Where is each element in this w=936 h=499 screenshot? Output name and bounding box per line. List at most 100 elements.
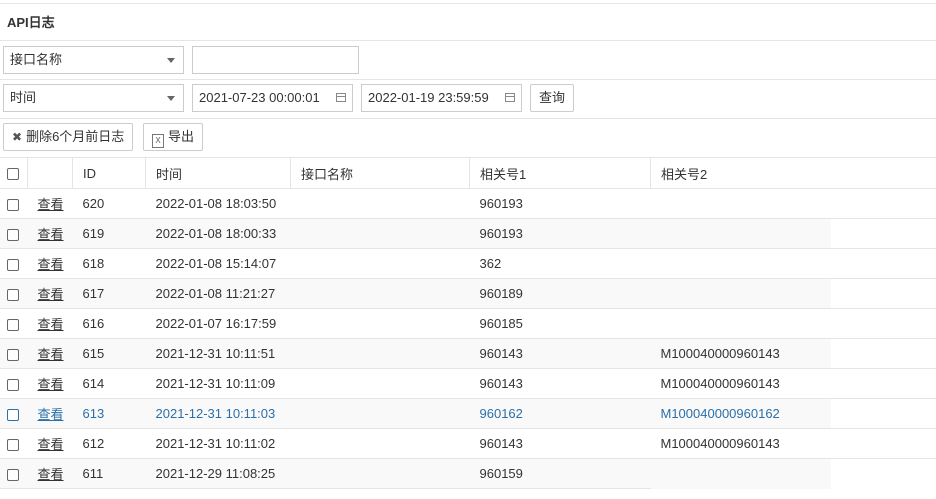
table-header-row: ID 时间 接口名称 相关号1 相关号2 — [0, 157, 936, 189]
cell-ref1: 362 — [469, 248, 651, 279]
row-checkbox[interactable] — [7, 378, 19, 391]
cell-interface-name — [290, 428, 470, 459]
row-checkbox[interactable] — [7, 288, 19, 301]
view-link-text[interactable]: 查看 — [38, 227, 64, 242]
cell-interface-name — [290, 248, 470, 279]
table-row[interactable]: 查看 617 2022-01-08 11:21:27 960189 — [0, 278, 936, 309]
cell-id-text: 614 — [82, 376, 105, 391]
calendar-icon[interactable] — [336, 93, 346, 102]
cell-id: 620 — [72, 188, 146, 219]
row-checkbox[interactable] — [7, 468, 19, 481]
view-link-text[interactable]: 查看 — [38, 347, 64, 362]
delete-old-logs-button[interactable]: ✖ 删除6个月前日志 — [3, 123, 134, 151]
cell-interface-name — [290, 368, 470, 399]
checkbox-cell[interactable] — [0, 338, 28, 369]
view-link-text[interactable]: 查看 — [38, 317, 64, 332]
table-row[interactable]: 查看 615 2021-12-31 10:11:51 960143 M100040000… — [0, 338, 936, 369]
row-checkbox[interactable] — [7, 198, 19, 211]
divider — [0, 118, 936, 119]
cell-id-text: 618 — [82, 256, 105, 271]
cell-ref1: 960143 — [469, 368, 651, 399]
table-row[interactable]: 查看 611 2021-12-29 11:08:25 960159 — [0, 458, 936, 489]
cell-ref1-text: 960162 — [479, 406, 523, 421]
table-row[interactable]: 查看 616 2022-01-07 16:17:59 960185 — [0, 308, 936, 339]
cell-time: 2022-01-07 16:17:59 — [145, 308, 291, 339]
header-ref1[interactable]: 相关号1 — [469, 157, 651, 189]
view-link[interactable]: 查看 — [27, 248, 73, 279]
header-time[interactable]: 时间 — [145, 157, 291, 189]
row-checkbox[interactable] — [7, 228, 19, 241]
view-link-text[interactable]: 查看 — [38, 407, 64, 422]
row-checkbox[interactable] — [7, 438, 19, 451]
view-link-text[interactable]: 查看 — [38, 437, 64, 452]
query-button[interactable]: 查询 — [530, 84, 575, 112]
table-row[interactable]: 查看 619 2022-01-08 18:00:33 960193 — [0, 218, 936, 249]
checkbox-cell[interactable] — [0, 308, 28, 339]
cell-time-text: 2022-01-08 11:21:27 — [155, 286, 276, 301]
checkbox-cell[interactable] — [0, 368, 28, 399]
export-button[interactable]: X 导出 — [143, 123, 204, 151]
view-link[interactable]: 查看 — [27, 398, 73, 429]
interface-name-select[interactable]: 接口名称 — [3, 46, 184, 74]
checkbox-cell[interactable] — [0, 248, 28, 279]
checkbox-cell[interactable] — [0, 458, 28, 489]
view-link[interactable]: 查看 — [27, 338, 73, 369]
select-all-checkbox[interactable] — [7, 168, 19, 181]
cell-id: 613 — [72, 398, 146, 429]
cell-ref1-text: 960185 — [479, 316, 523, 331]
time-field-select[interactable]: 时间 — [3, 84, 184, 112]
checkbox-cell[interactable] — [0, 278, 28, 309]
header-ref2[interactable]: 相关号2 — [650, 157, 936, 189]
cell-ref1-text: 960189 — [479, 286, 523, 301]
cell-interface-name — [290, 278, 470, 309]
view-link[interactable]: 查看 — [27, 368, 73, 399]
row-checkbox[interactable] — [7, 348, 19, 361]
view-link[interactable]: 查看 — [27, 188, 73, 219]
table-row[interactable]: 查看 618 2022-01-08 15:14:07 362 — [0, 248, 936, 279]
cell-interface-name — [290, 458, 470, 489]
select-all-cell[interactable] — [0, 157, 28, 189]
row-checkbox[interactable] — [7, 318, 19, 331]
view-link[interactable]: 查看 — [27, 218, 73, 249]
cell-id: 618 — [72, 248, 146, 279]
view-link-text[interactable]: 查看 — [38, 467, 64, 482]
checkbox-cell[interactable] — [0, 428, 28, 459]
cell-id-text: 612 — [82, 436, 105, 451]
cell-time: 2021-12-29 11:08:25 — [145, 458, 291, 489]
header-id[interactable]: ID — [72, 157, 146, 189]
calendar-icon[interactable] — [505, 93, 515, 102]
cell-time: 2022-01-08 11:21:27 — [145, 278, 291, 309]
view-link[interactable]: 查看 — [27, 458, 73, 489]
checkbox-cell[interactable] — [0, 188, 28, 219]
cell-ref2 — [650, 248, 936, 279]
view-link[interactable]: 查看 — [27, 278, 73, 309]
view-link-text[interactable]: 查看 — [38, 197, 64, 212]
header-interface-name[interactable]: 接口名称 — [290, 157, 470, 189]
table-row[interactable]: 查看 613 2021-12-31 10:11:03 960162 M100040000… — [0, 398, 936, 429]
cell-ref1-text: 960143 — [479, 376, 523, 391]
end-time-input[interactable]: 2022-01-19 23:59:59 — [361, 84, 522, 112]
interface-select-value: 接口名称 — [10, 52, 63, 67]
view-link[interactable]: 查看 — [27, 428, 73, 459]
table-row[interactable]: 查看 614 2021-12-31 10:11:09 960143 M100040000… — [0, 368, 936, 399]
view-link-text[interactable]: 查看 — [38, 257, 64, 272]
checkbox-cell[interactable] — [0, 398, 28, 429]
view-link[interactable]: 查看 — [27, 308, 73, 339]
cell-time-text: 2022-01-08 15:14:07 — [155, 256, 277, 271]
cell-ref1: 960143 — [469, 428, 651, 459]
table-row[interactable]: 查看 620 2022-01-08 18:03:50 960193 — [0, 188, 936, 219]
cell-interface-name — [290, 218, 470, 249]
log-table: ID 时间 接口名称 相关号1 相关号2 查看 620 2022-01-08 18:… — [0, 157, 936, 489]
cell-id-text: 617 — [82, 286, 105, 301]
view-link-text[interactable]: 查看 — [38, 377, 64, 392]
end-time-value: 2022-01-19 23:59:59 — [368, 90, 489, 105]
table-row[interactable]: 查看 612 2021-12-31 10:11:02 960143 M100040000… — [0, 428, 936, 459]
view-link-text[interactable]: 查看 — [38, 287, 64, 302]
row-checkbox[interactable] — [7, 258, 19, 271]
checkbox-cell[interactable] — [0, 218, 28, 249]
start-time-input[interactable]: 2021-07-23 00:00:01 — [192, 84, 353, 112]
row-checkbox[interactable] — [7, 408, 19, 421]
cell-ref2 — [650, 188, 936, 219]
interface-name-input[interactable] — [192, 46, 359, 74]
cell-ref1-text: 960159 — [479, 466, 523, 481]
